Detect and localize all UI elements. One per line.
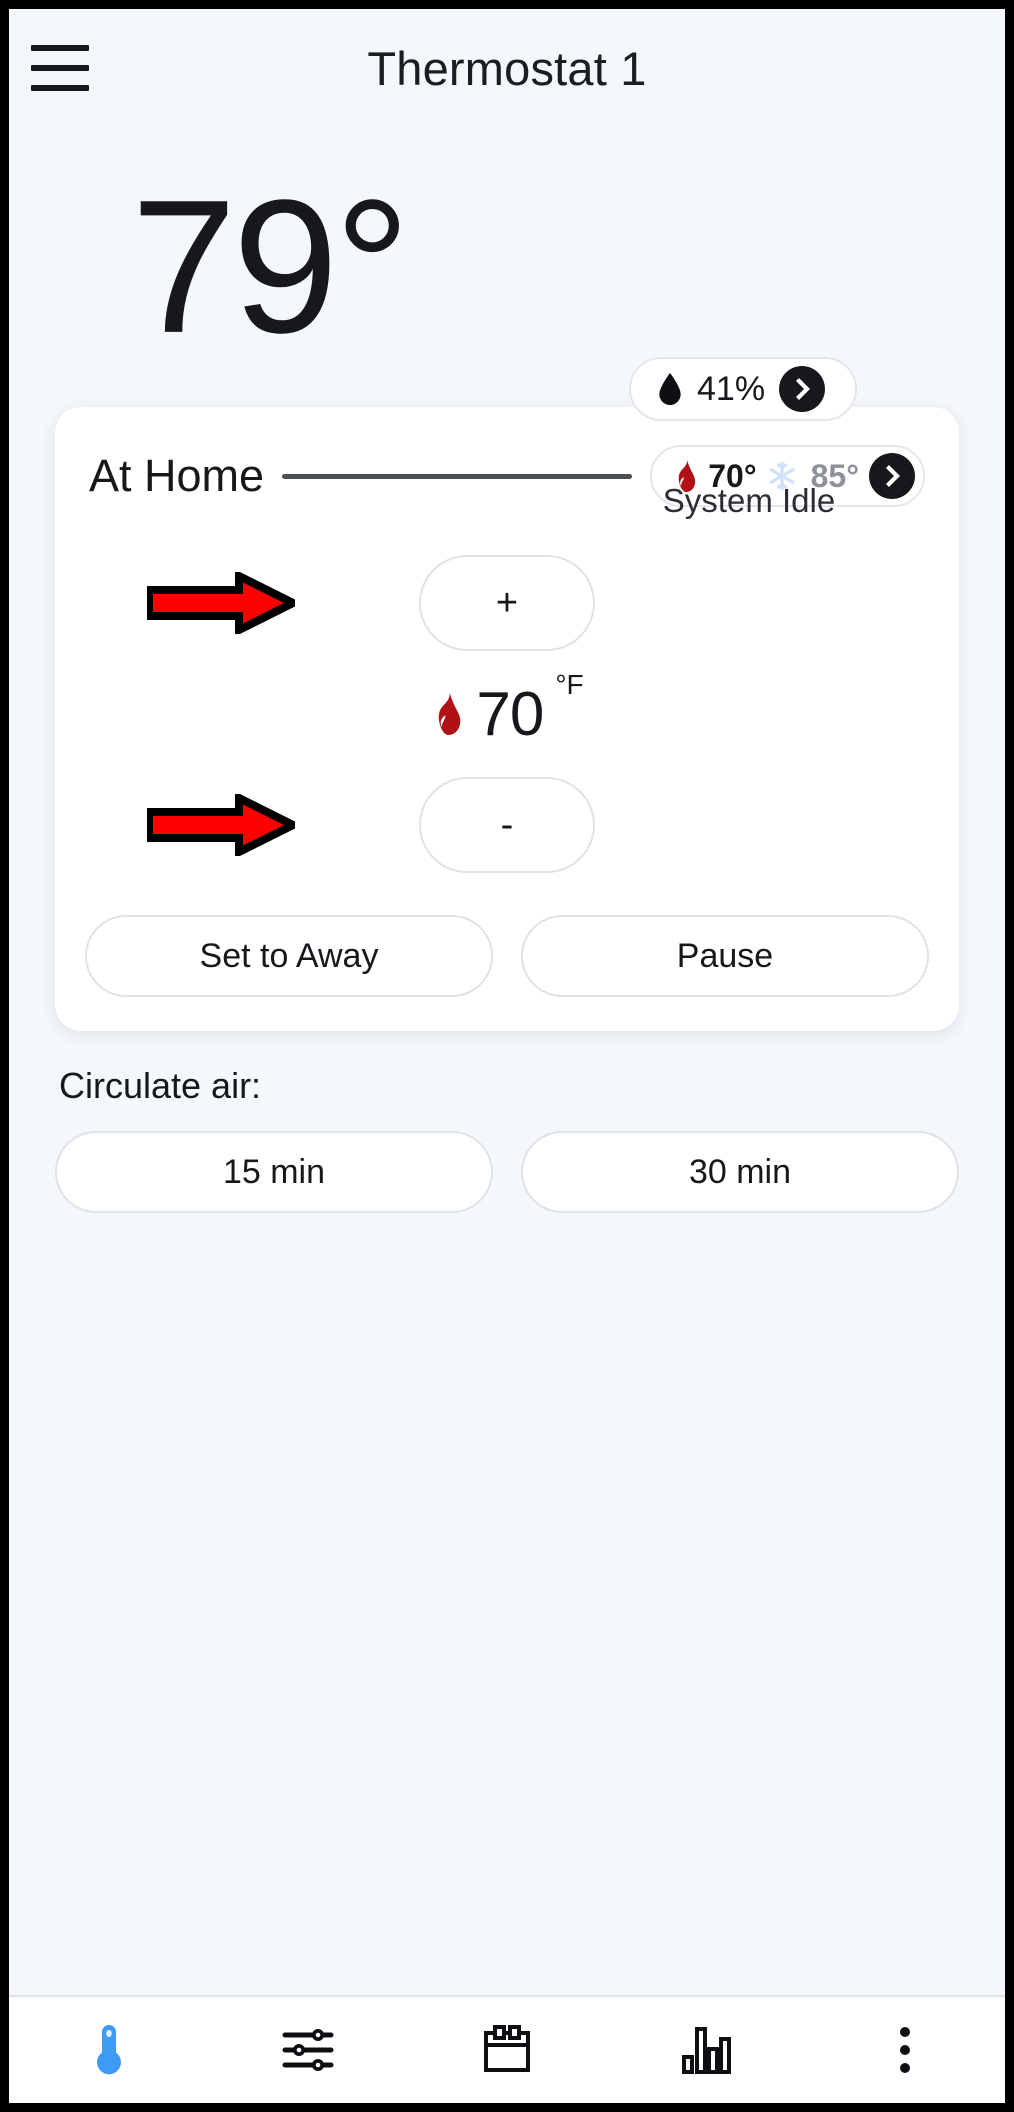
system-status: System Idle	[629, 482, 869, 520]
sliders-icon	[280, 2022, 336, 2078]
circulate-air-section: Circulate air: 15 min 30 min	[55, 1065, 959, 1213]
humidity-value: 41%	[697, 370, 765, 409]
target-temperature: 70	[476, 679, 543, 750]
water-drop-icon	[657, 373, 683, 405]
content-spacer	[9, 1213, 1005, 1995]
red-arrow-to-increase	[147, 572, 295, 634]
increase-temperature-button[interactable]: +	[419, 555, 595, 651]
page-title: Thermostat 1	[367, 41, 646, 96]
circulate-15-min-button[interactable]: 15 min	[55, 1131, 493, 1213]
app-header: Thermostat 1	[9, 9, 1005, 127]
chevron-right-icon[interactable]	[869, 453, 915, 499]
circulate-air-options: 15 min 30 min	[55, 1131, 959, 1213]
setpoint-stepper: + 70 °F -	[85, 555, 929, 873]
bottom-navigation	[9, 1995, 1005, 2103]
circulate-30-min-button[interactable]: 30 min	[521, 1131, 959, 1213]
pause-button[interactable]: Pause	[521, 915, 929, 997]
chevron-right-icon[interactable]	[779, 366, 825, 412]
decrease-row: -	[85, 777, 929, 873]
more-vertical-icon	[895, 2022, 915, 2078]
nav-tab-thermostat[interactable]	[9, 1997, 208, 2103]
flame-icon	[430, 693, 464, 735]
temperature-unit: °F	[555, 669, 583, 701]
current-temperature: 79°	[131, 193, 406, 341]
schedule-name: At Home	[89, 450, 264, 502]
nav-tab-more[interactable]	[806, 1997, 1005, 2103]
increase-row: +	[85, 555, 929, 651]
nav-tab-settings[interactable]	[208, 1997, 407, 2103]
circulate-air-label: Circulate air:	[59, 1065, 959, 1107]
calendar-icon	[479, 2022, 535, 2078]
humidity-badge[interactable]: 41%	[629, 357, 857, 421]
card-actions: Set to Away Pause	[85, 915, 929, 997]
red-arrow-to-decrease	[147, 794, 295, 856]
thermometer-icon	[89, 2021, 129, 2079]
hamburger-menu-icon[interactable]	[31, 45, 89, 91]
decrease-temperature-button[interactable]: -	[419, 777, 595, 873]
bar-chart-icon	[678, 2022, 734, 2078]
app-window: Thermostat 1 79° 41% System Idle At Home	[9, 9, 1005, 2103]
connector-line	[282, 474, 632, 479]
nav-tab-schedule[interactable]	[407, 1997, 606, 2103]
target-temperature-row: 70 °F	[85, 651, 929, 777]
nav-tab-usage[interactable]	[607, 1997, 806, 2103]
current-reading-section: 79° 41% System Idle	[9, 127, 1005, 385]
set-to-away-button[interactable]: Set to Away	[85, 915, 493, 997]
